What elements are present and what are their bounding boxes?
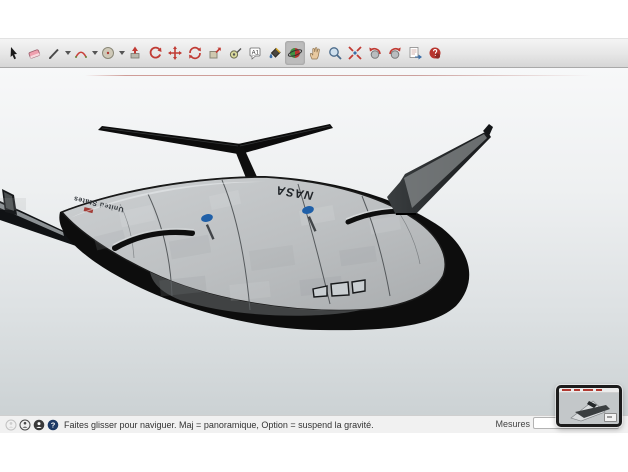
scale-tool-icon[interactable] — [205, 41, 225, 65]
arc-tool-icon[interactable] — [71, 41, 91, 65]
follow-me-tool-icon[interactable] — [145, 41, 165, 65]
line-tool-icon[interactable] — [44, 41, 64, 65]
measures-label: Mesures — [495, 419, 530, 429]
right-wing — [387, 124, 493, 215]
previous-view-tool-icon[interactable] — [365, 41, 385, 65]
model-preview-thumbnail[interactable] — [556, 385, 622, 427]
tape-measure-tool-icon[interactable] — [225, 41, 245, 65]
paint-bucket-tool-icon[interactable] — [265, 41, 285, 65]
text-tool-icon[interactable]: A1 — [245, 41, 265, 65]
help-icon[interactable]: ? — [46, 418, 59, 431]
model-info-tool-icon[interactable] — [425, 41, 445, 65]
arc-tool-dropdown[interactable] — [91, 41, 98, 65]
bottom-white-band — [0, 433, 628, 472]
sketchup-window: A1 — [0, 0, 628, 472]
shapes-tool-dropdown[interactable] — [118, 41, 125, 65]
eraser-tool-icon[interactable] — [24, 41, 44, 65]
sign-in-icon[interactable] — [32, 418, 45, 431]
select-tool-icon[interactable] — [4, 41, 24, 65]
aircraft-model: United States NASA — [0, 68, 628, 415]
model-viewport[interactable]: United States NASA — [0, 68, 628, 415]
geolocation-icon[interactable] — [4, 418, 17, 431]
help-glyph: ? — [50, 420, 55, 429]
pan-tool-icon[interactable] — [305, 41, 325, 65]
move-tool-icon[interactable] — [165, 41, 185, 65]
export-tool-icon[interactable] — [405, 41, 425, 65]
title-bar — [0, 0, 628, 38]
text-tool-glyph: A1 — [252, 51, 260, 57]
thumbnail-camera-chip[interactable] — [604, 413, 617, 422]
zoom-extents-tool-icon[interactable] — [345, 41, 365, 65]
zoom-tool-icon[interactable] — [325, 41, 345, 65]
shapes-tool-icon[interactable] — [98, 41, 118, 65]
claim-attribution-icon[interactable] — [18, 418, 31, 431]
main-toolbar: A1 — [0, 38, 628, 68]
status-message: Faites glisser pour naviguer. Maj = pano… — [64, 420, 374, 430]
line-tool-dropdown[interactable] — [64, 41, 71, 65]
next-view-tool-icon[interactable] — [385, 41, 405, 65]
orbit-tool-icon[interactable] — [285, 41, 305, 65]
rotate-tool-icon[interactable] — [185, 41, 205, 65]
push-pull-tool-icon[interactable] — [125, 41, 145, 65]
